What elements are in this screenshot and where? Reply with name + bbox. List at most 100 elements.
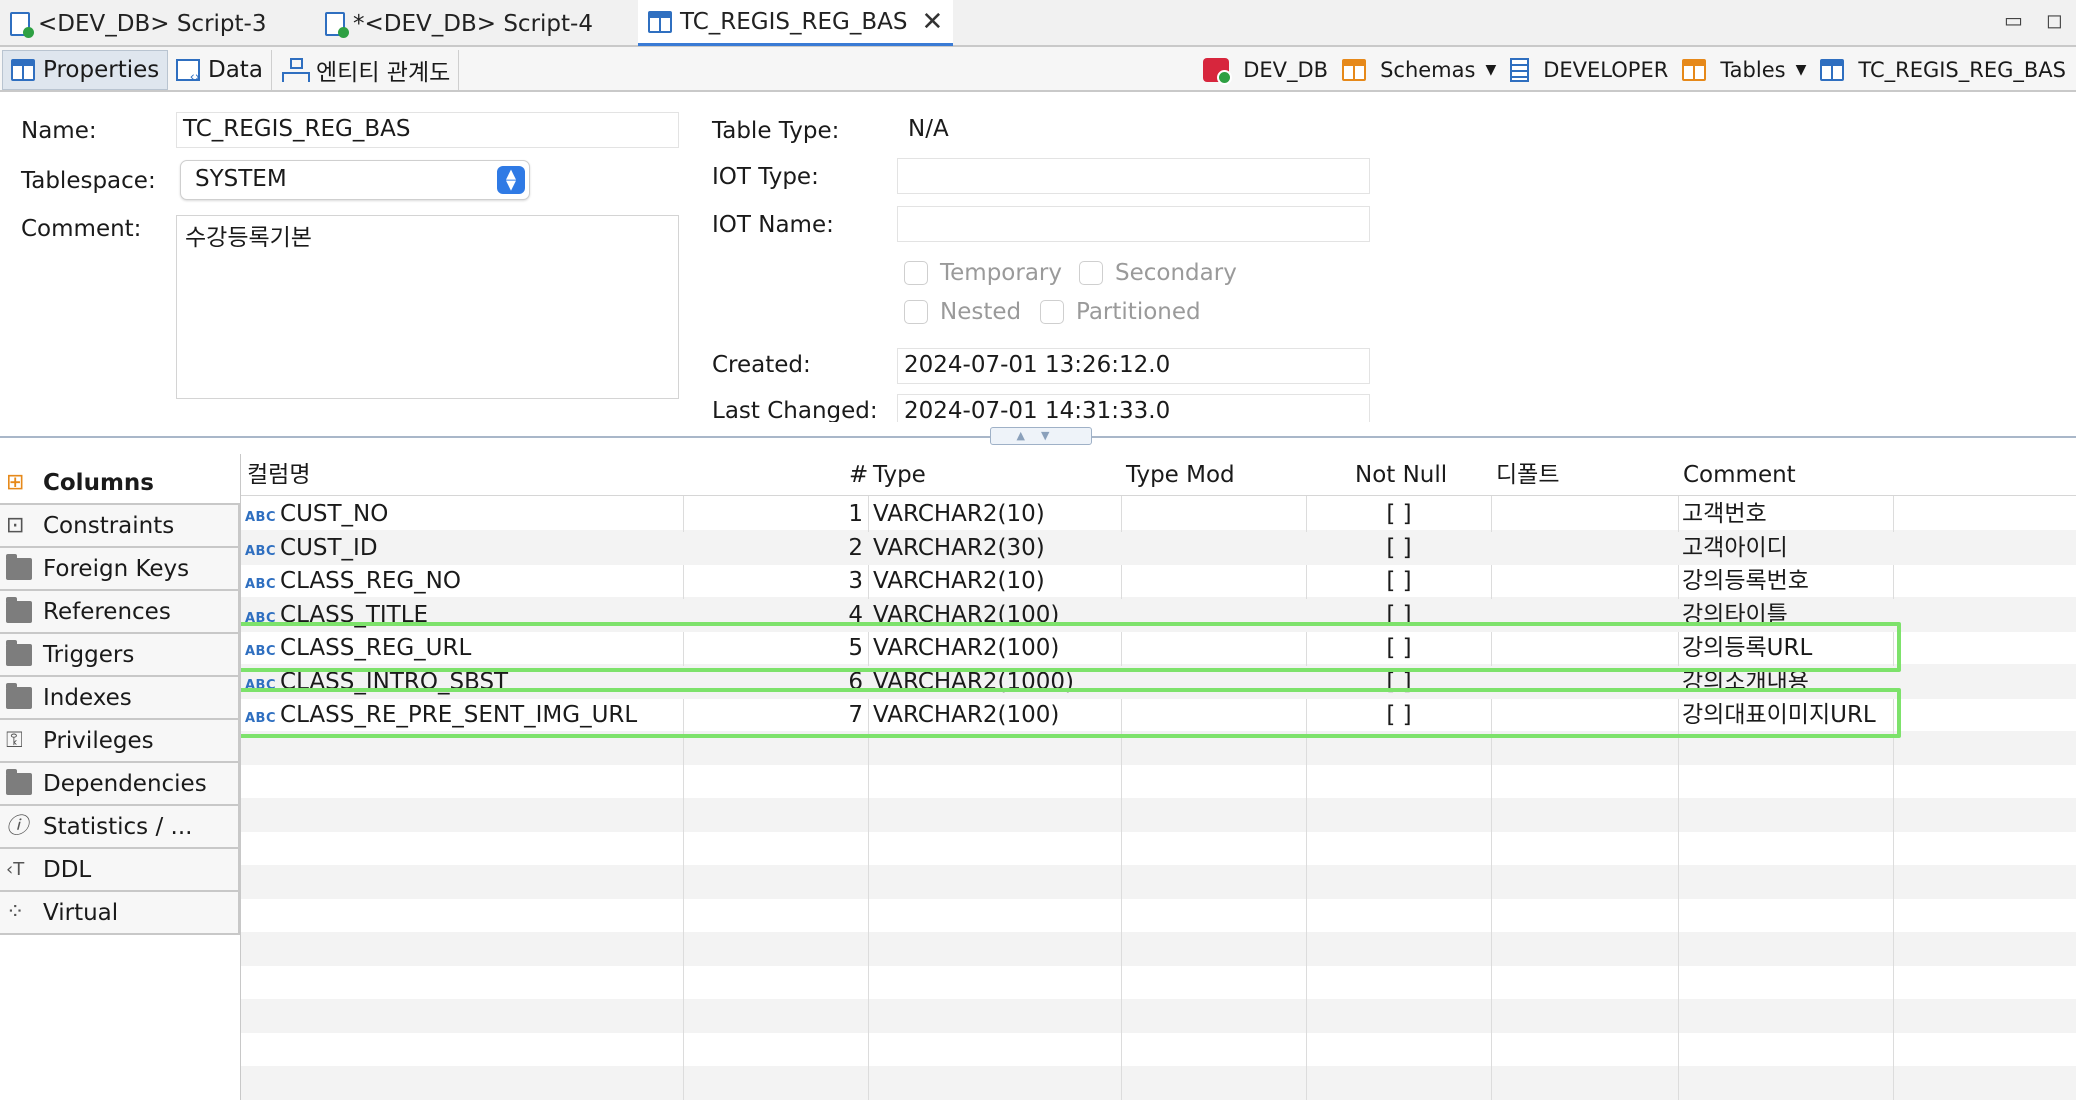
chevron-down-icon[interactable]: ▼	[1485, 62, 1496, 78]
cell-default	[1495, 532, 1675, 566]
header-column-name[interactable]: 컬럼명	[243, 454, 310, 496]
breadcrumb-connection[interactable]: DEV_DB	[1203, 57, 1328, 85]
table-row[interactable]: ABC CUST_ID 2 VARCHAR2(30) [ ] 고객아이디	[241, 531, 2076, 566]
tab-label: Properties	[43, 57, 160, 83]
section-list: ⊞ Columns ⊡ Constraints Foreign Keys Ref…	[0, 462, 240, 935]
section-references[interactable]: References	[0, 591, 240, 634]
breadcrumb-label: Schemas	[1380, 57, 1476, 82]
table-row[interactable]: ABC CLASS_REG_NO 3 VARCHAR2(10) [ ] 강의등록번호	[241, 565, 2076, 599]
section-label: Dependencies	[43, 770, 207, 797]
section-foreign-keys[interactable]: Foreign Keys	[0, 548, 240, 591]
cell-type-mod	[1125, 532, 1303, 566]
comment-textarea[interactable]: 수강등록기본	[176, 215, 679, 399]
checkbox-label: Secondary	[1115, 260, 1237, 286]
cell-comment: 고객아이디	[1682, 534, 1788, 561]
table-row-stripe	[241, 798, 2076, 832]
iot-name-field[interactable]	[897, 206, 1370, 242]
chevron-down-icon[interactable]: ▼	[1796, 62, 1807, 78]
section-label: Virtual	[43, 899, 119, 926]
tab-er-diagram[interactable]: 엔티티 관계도	[274, 50, 460, 90]
cell-not-null[interactable]: [ ]	[1307, 498, 1491, 532]
breadcrumb-schema[interactable]: DEVELOPER	[1510, 57, 1669, 82]
section-privileges[interactable]: ⚿ Privileges	[0, 720, 240, 763]
editor-tab-table[interactable]: TC_REGIS_REG_BAS ✕	[638, 0, 954, 46]
cell-not-null[interactable]: [ ]	[1307, 565, 1491, 599]
virtual-icon: ⁘	[6, 899, 25, 925]
section-triggers[interactable]: Triggers	[0, 634, 240, 677]
minimize-icon[interactable]: ▭	[2004, 8, 2023, 32]
constraints-icon: ⊡	[6, 512, 25, 538]
checkbox-label: Temporary	[940, 260, 1062, 286]
section-statistics[interactable]: ⓘ Statistics / ...	[0, 806, 240, 849]
cell-not-null[interactable]: [ ]	[1307, 532, 1491, 566]
header-ordinal[interactable]: #	[845, 454, 868, 496]
section-label: References	[43, 598, 171, 625]
header-not-null[interactable]: Not Null	[1351, 454, 1447, 496]
columns-table: 컬럼명 # Type Type Mod Not Null 디폴트 Comment…	[240, 454, 2076, 1100]
cell-column-name: ABC CLASS_REG_NO	[245, 565, 681, 599]
breadcrumb-label: DEVELOPER	[1543, 57, 1669, 82]
checkbox-box	[1040, 300, 1064, 324]
section-label: Triggers	[43, 641, 135, 668]
cell-ordinal: 2	[848, 534, 863, 561]
section-dependencies[interactable]: Dependencies	[0, 763, 240, 806]
header-type-mod[interactable]: Type Mod	[1122, 454, 1235, 496]
breadcrumb-schemas[interactable]: Schemas ▼	[1342, 58, 1496, 82]
cell-ordinal: 3	[848, 568, 863, 594]
created-field[interactable]: 2024-07-01 13:26:12.0	[897, 348, 1370, 384]
table-row-stripe	[241, 999, 2076, 1033]
section-columns[interactable]: ⊞ Columns	[0, 462, 240, 505]
editor-tab-script-4[interactable]: *<DEV_DB> Script-4	[315, 0, 603, 47]
breadcrumb-table[interactable]: TC_REGIS_REG_BAS	[1820, 58, 2066, 82]
checkbox-label: Nested	[940, 299, 1022, 325]
temporary-checkbox[interactable]: Temporary	[904, 260, 1062, 286]
cell-ordinal: 1	[848, 501, 863, 527]
partitioned-checkbox[interactable]: Partitioned	[1040, 299, 1201, 325]
iot-type-label: IOT Type:	[712, 164, 819, 190]
sql-script-icon	[10, 11, 34, 38]
section-indexes[interactable]: Indexes	[0, 677, 240, 720]
section-virtual[interactable]: ⁘ Virtual	[0, 892, 240, 935]
breadcrumb-tables[interactable]: Tables ▼	[1682, 58, 1806, 82]
database-connection-icon	[1203, 57, 1233, 85]
highlight-box	[241, 688, 1901, 738]
table-row[interactable]: ABC CUST_NO 1 VARCHAR2(10) [ ] 고객번호	[241, 498, 2076, 532]
schema-icon	[1510, 57, 1530, 82]
highlight-box	[241, 622, 1901, 672]
tab-data[interactable]: Data	[168, 50, 272, 90]
data-icon	[176, 59, 200, 85]
header-comment[interactable]: Comment	[1679, 454, 1796, 496]
cell-comment: 고객번호	[1682, 501, 1767, 527]
name-field[interactable]: TC_REGIS_REG_BAS	[176, 112, 679, 148]
privileges-icon: ⚿	[6, 727, 23, 753]
last-changed-field[interactable]: 2024-07-01 14:31:33.0	[897, 394, 1370, 422]
tab-properties[interactable]: Properties	[2, 50, 169, 90]
columns-icon: ⊞	[6, 469, 25, 495]
header-type[interactable]: Type	[869, 454, 926, 496]
checkbox-box	[904, 261, 928, 285]
tab-label: 엔티티 관계도	[316, 60, 451, 86]
splitter-toggle-icon[interactable]: ▲▼	[990, 427, 1092, 445]
iot-type-field[interactable]	[897, 158, 1370, 194]
tablespace-select[interactable]: SYSTEM ▲ ▼	[180, 160, 530, 200]
section-label: DDL	[43, 856, 92, 883]
sub-tab-bar: Properties Data 엔티티 관계도 DEV_DB Schemas ▼…	[0, 47, 2076, 92]
maximize-icon[interactable]: ◻	[2046, 8, 2063, 32]
secondary-checkbox[interactable]: Secondary	[1079, 260, 1237, 286]
tablespace-label: Tablespace:	[21, 168, 156, 194]
cell-column-name: ABC CUST_ID	[245, 532, 681, 566]
properties-form: Name: TC_REGIS_REG_BAS Tablespace: SYSTE…	[0, 92, 2076, 422]
editor-tab-script-3[interactable]: <DEV_DB> Script-3	[0, 0, 276, 47]
table-header: 컬럼명 # Type Type Mod Not Null 디폴트 Comment	[241, 454, 2076, 496]
header-default[interactable]: 디폴트	[1492, 454, 1559, 496]
section-constraints[interactable]: ⊡ Constraints	[0, 505, 240, 548]
nested-checkbox[interactable]: Nested	[904, 299, 1021, 325]
cell-type-mod	[1125, 498, 1303, 532]
tablespace-value: SYSTEM	[195, 166, 287, 192]
folder-icon	[6, 639, 32, 666]
cell-comment: 강의등록번호	[1682, 568, 1809, 594]
name-label: Name:	[21, 118, 97, 144]
section-ddl[interactable]: ‹T DDL	[0, 849, 240, 892]
close-icon[interactable]: ✕	[921, 7, 943, 37]
info-icon: ⓘ	[6, 813, 29, 839]
